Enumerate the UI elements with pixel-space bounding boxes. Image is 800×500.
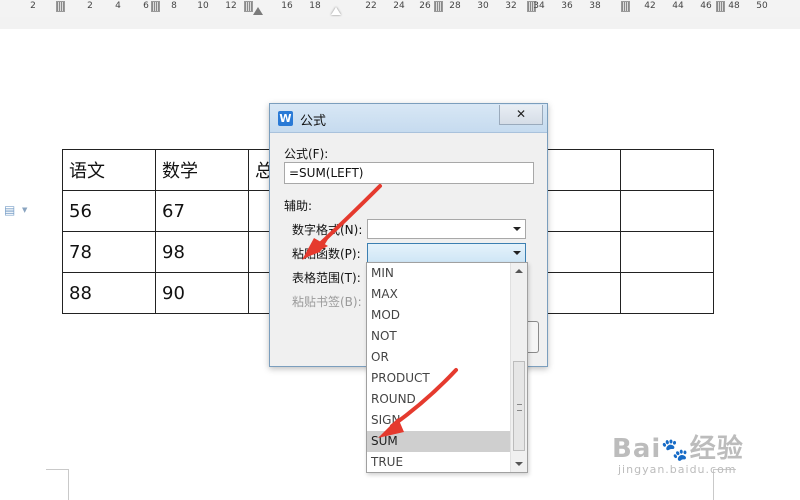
page-crop-mark-left xyxy=(46,469,69,500)
paste-function-select[interactable] xyxy=(367,243,526,263)
list-item[interactable]: MAX xyxy=(367,284,510,305)
watermark-brand: Bai🐾经验 xyxy=(612,428,744,465)
list-item[interactable]: OR xyxy=(367,347,510,368)
table-cell[interactable]: 78 xyxy=(62,231,156,273)
paragraph-layout-icon[interactable]: ▤ xyxy=(4,203,16,217)
page-top-gap xyxy=(0,17,800,29)
number-format-label: 数字格式(N): xyxy=(292,223,363,237)
ruler-tick: 26 xyxy=(419,1,431,11)
list-item-selected[interactable]: SUM xyxy=(367,431,510,452)
scrollbar-thumb[interactable] xyxy=(513,361,525,451)
table-cell[interactable]: 56 xyxy=(62,190,156,232)
chevron-down-icon[interactable]: ▼ xyxy=(22,206,27,214)
dialog-title: 公式 xyxy=(300,114,327,129)
ruler-tick: 24 xyxy=(393,1,405,11)
chevron-down-icon xyxy=(513,251,521,255)
horizontal-ruler[interactable]: 2 2 4 6 8 10 12 16 18 22 24 26 28 30 32 … xyxy=(0,0,800,18)
dialog-titlebar[interactable]: W 公式 ✕ xyxy=(270,104,547,133)
paw-icon: 🐾 xyxy=(661,438,690,463)
table-cell[interactable]: 67 xyxy=(155,190,249,232)
scroll-up-icon[interactable] xyxy=(515,269,523,273)
formula-label: 公式(F): xyxy=(284,147,329,161)
ruler-column-marker[interactable] xyxy=(244,1,253,12)
list-item[interactable]: ROUND xyxy=(367,389,510,410)
ruler-tick: 22 xyxy=(365,1,377,11)
grip-icon xyxy=(517,404,522,411)
right-indent-marker[interactable] xyxy=(331,7,341,15)
table-cell[interactable]: 语文 xyxy=(62,149,156,191)
table-cell[interactable] xyxy=(620,272,714,314)
formula-input[interactable]: =SUM(LEFT) xyxy=(284,162,534,184)
ruler-column-marker[interactable] xyxy=(716,1,725,12)
close-button[interactable]: ✕ xyxy=(499,105,543,125)
list-item[interactable]: MOD xyxy=(367,305,510,326)
ruler-tick: 48 xyxy=(728,1,740,11)
list-item[interactable]: NOT xyxy=(367,326,510,347)
ruler-tick: 28 xyxy=(449,1,461,11)
baidu-jingyan-watermark: Bai🐾经验 jingyan.baidu.com xyxy=(612,428,744,476)
table-cell[interactable]: 90 xyxy=(155,272,249,314)
ruler-tick: 8 xyxy=(171,1,177,11)
list-item[interactable]: SIGN xyxy=(367,410,510,431)
table-cell[interactable]: 88 xyxy=(62,272,156,314)
table-cell[interactable] xyxy=(620,149,714,191)
ruler-tick: 4 xyxy=(115,1,121,11)
watermark-brand-bai: Bai xyxy=(612,434,662,464)
ruler-tick: 18 xyxy=(309,1,321,11)
function-dropdown-list[interactable]: MIN MAX MOD NOT OR PRODUCT ROUND SIGN SU… xyxy=(366,262,528,473)
ruler-tick: 2 xyxy=(87,1,93,11)
watermark-url: jingyan.baidu.com xyxy=(618,463,737,476)
table-cell[interactable] xyxy=(620,231,714,273)
dialog-button-edge[interactable] xyxy=(528,321,539,353)
ruler-column-marker[interactable] xyxy=(621,1,630,12)
dropdown-scrollbar[interactable] xyxy=(510,263,527,472)
ruler-tick: 42 xyxy=(644,1,656,11)
table-cell[interactable] xyxy=(620,190,714,232)
number-format-select[interactable] xyxy=(367,219,526,239)
ruler-column-marker[interactable] xyxy=(56,1,65,12)
list-item[interactable]: MIN xyxy=(367,263,510,284)
table-cell[interactable]: 98 xyxy=(155,231,249,273)
table-cell[interactable]: 数学 xyxy=(155,149,249,191)
ruler-tick: 2 xyxy=(30,1,36,11)
first-line-indent-marker[interactable] xyxy=(253,7,263,15)
list-item[interactable]: TRUE xyxy=(367,452,510,473)
table-range-label: 表格范围(T): xyxy=(292,271,361,285)
ruler-tick: 32 xyxy=(505,1,517,11)
paste-bookmark-label: 粘贴书签(B): xyxy=(292,295,362,309)
ruler-column-marker[interactable] xyxy=(151,1,160,12)
ruler-tick: 10 xyxy=(197,1,209,11)
ruler-tick: 38 xyxy=(589,1,601,11)
scroll-down-icon[interactable] xyxy=(515,462,523,466)
helper-label: 辅助: xyxy=(284,199,313,213)
ruler-tick: 36 xyxy=(561,1,573,11)
chevron-down-icon xyxy=(513,227,521,231)
ruler-tick: 34 xyxy=(533,1,545,11)
ruler-tick: 30 xyxy=(477,1,489,11)
ruler-column-marker[interactable] xyxy=(434,1,443,12)
ruler-tick: 16 xyxy=(281,1,293,11)
ruler-tick: 46 xyxy=(700,1,712,11)
wps-logo-icon: W xyxy=(278,111,293,126)
watermark-brand-jingyan: 经验 xyxy=(689,434,744,464)
list-item[interactable]: PRODUCT xyxy=(367,368,510,389)
ruler-tick: 50 xyxy=(756,1,768,11)
ruler-tick: 44 xyxy=(672,1,684,11)
paste-function-label: 粘贴函数(P): xyxy=(292,247,361,261)
ruler-tick: 6 xyxy=(143,1,149,11)
ruler-tick: 12 xyxy=(225,1,237,11)
